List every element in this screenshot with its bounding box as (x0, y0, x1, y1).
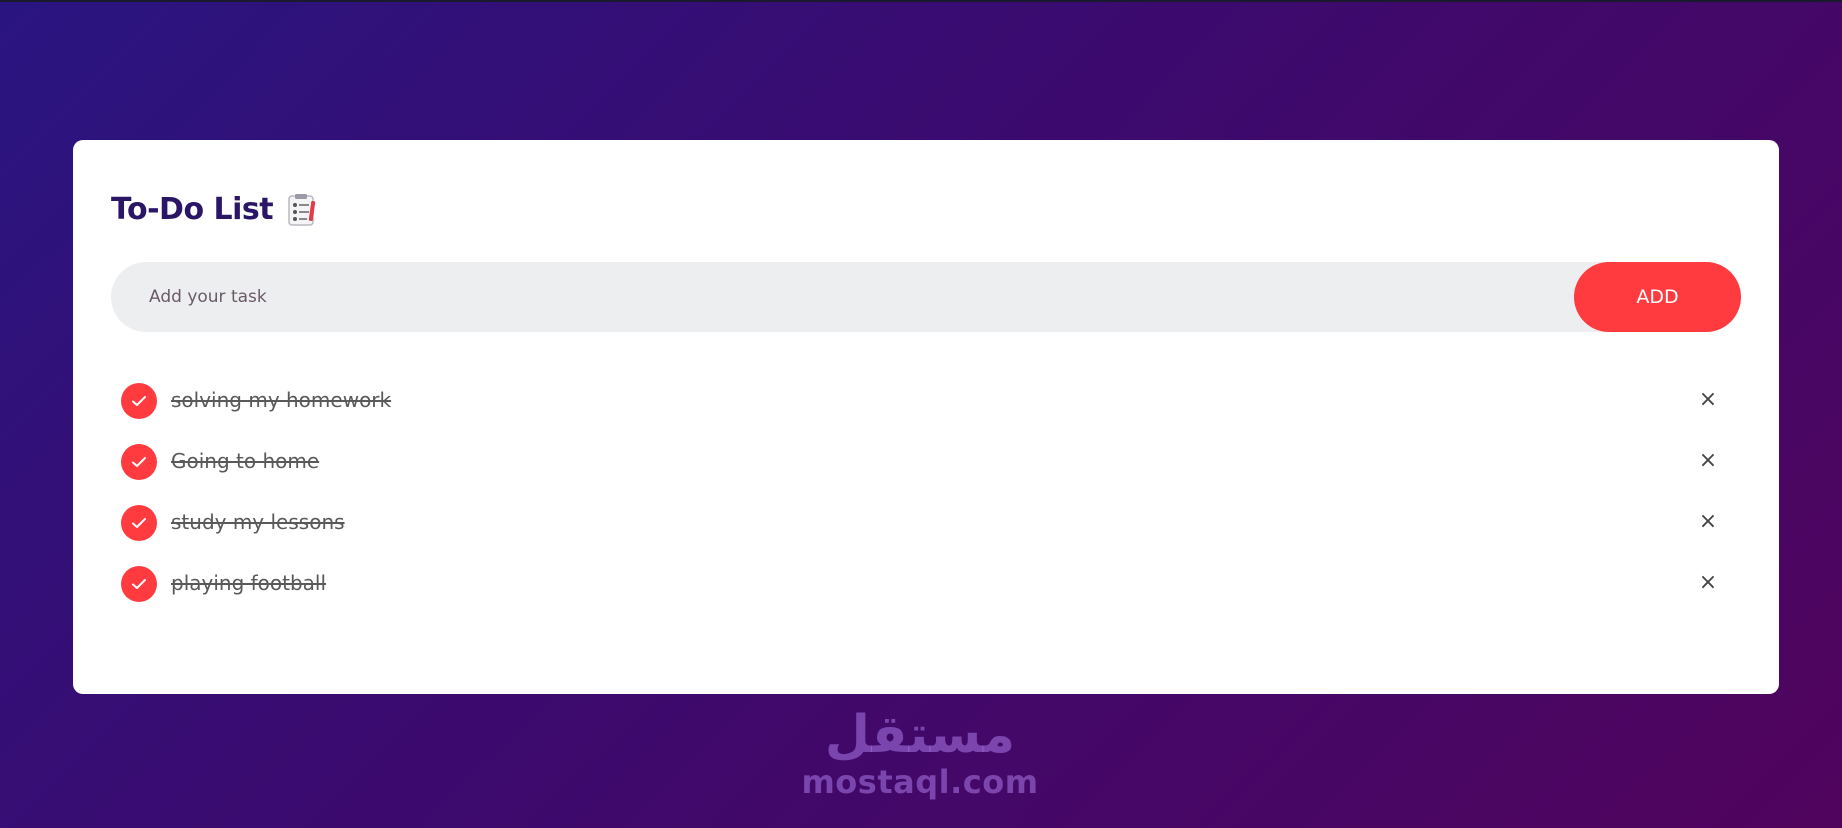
check-icon[interactable] (121, 444, 157, 480)
task-input-row: ADD (111, 262, 1741, 332)
watermark-arabic: مستقل (824, 705, 1016, 765)
check-icon[interactable] (121, 383, 157, 419)
add-button[interactable]: ADD (1574, 262, 1741, 332)
watermark-latin: mostaql.com (801, 763, 1039, 801)
task-input[interactable] (111, 262, 1511, 332)
task-item: Going to home × (111, 431, 1741, 492)
check-icon[interactable] (121, 566, 157, 602)
watermark-logo: مستقل mostaql.com (800, 706, 1040, 800)
task-text[interactable]: playing football (171, 571, 326, 595)
task-text[interactable]: study my lessons (171, 510, 345, 534)
close-icon[interactable]: × (1693, 445, 1723, 475)
top-border (0, 0, 1842, 2)
check-icon[interactable] (121, 505, 157, 541)
clipboard-checklist-icon (287, 193, 317, 227)
task-item: study my lessons × (111, 492, 1741, 553)
task-item: playing football × (111, 553, 1741, 614)
close-icon[interactable]: × (1693, 506, 1723, 536)
close-icon[interactable]: × (1693, 567, 1723, 597)
task-list: solving my homework × Going to home × st… (111, 370, 1741, 614)
task-text[interactable]: solving my homework (171, 388, 391, 412)
todo-card: To-Do List ADD solving my homework (73, 140, 1779, 694)
task-item: solving my homework × (111, 370, 1741, 431)
page-title: To-Do List (111, 192, 274, 227)
title-row: To-Do List (111, 192, 317, 227)
close-icon[interactable]: × (1693, 384, 1723, 414)
task-text[interactable]: Going to home (171, 449, 319, 473)
